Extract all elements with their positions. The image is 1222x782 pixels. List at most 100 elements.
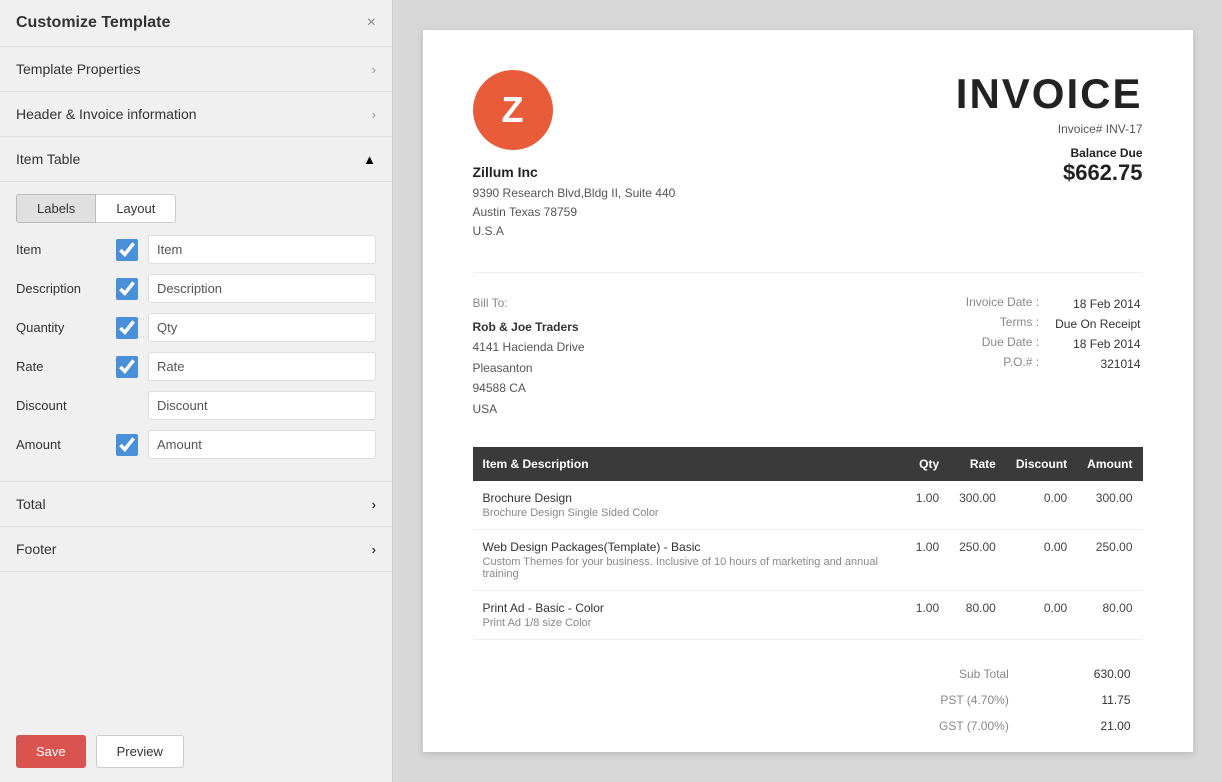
client-name: Rob & Joe Traders <box>473 317 585 337</box>
balance-due-label: Balance Due <box>956 146 1143 160</box>
item-table-header[interactable]: Item Table ▲ <box>0 137 392 182</box>
chevron-right-icon: › <box>372 497 376 512</box>
field-description-input[interactable] <box>148 274 376 303</box>
field-rate-label: Rate <box>16 359 116 374</box>
invoice-preview-panel: Z Zillum Inc 9390 Research Blvd,Bldg II,… <box>393 0 1222 782</box>
company-block: Z Zillum Inc 9390 Research Blvd,Bldg II,… <box>473 70 676 242</box>
item-description: Custom Themes for your business. Inclusi… <box>483 556 896 580</box>
chevron-right-icon: › <box>372 542 376 557</box>
po-value: 321014 <box>1055 355 1140 373</box>
layout-tab[interactable]: Layout <box>96 194 176 223</box>
item-rate: 80.00 <box>949 590 1006 639</box>
item-qty: 1.00 <box>906 481 949 530</box>
field-amount-checkbox[interactable] <box>116 434 138 456</box>
item-amount: 250.00 <box>1077 529 1142 590</box>
fields-container: Item Description Quantity Rate <box>0 223 392 481</box>
invoice-meta: Bill To: Rob & Joe Traders 4141 Hacienda… <box>473 272 1143 419</box>
template-properties-section[interactable]: Template Properties › <box>0 47 392 92</box>
field-quantity-row: Quantity <box>16 313 376 342</box>
field-amount-input[interactable] <box>148 430 376 459</box>
invoice-title-block: INVOICE Invoice# INV-17 Balance Due $662… <box>956 70 1143 186</box>
chevron-up-icon: ▲ <box>363 152 376 167</box>
item-rate: 300.00 <box>949 481 1006 530</box>
invoice-title: INVOICE <box>956 70 1143 118</box>
invoice-date-label: Invoice Date : <box>966 295 1053 313</box>
field-rate-checkbox[interactable] <box>116 356 138 378</box>
invoice-details: Invoice Date : 18 Feb 2014 Terms : Due O… <box>964 293 1143 419</box>
terms-label: Terms : <box>966 315 1053 333</box>
tabs-row: Labels Layout <box>0 182 392 223</box>
chevron-right-icon: › <box>372 107 376 122</box>
close-icon[interactable]: × <box>367 14 376 32</box>
th-qty: Qty <box>906 447 949 481</box>
item-discount: 0.00 <box>1006 590 1077 639</box>
field-item-checkbox[interactable] <box>116 239 138 261</box>
subtotal-label: Sub Total <box>885 662 1019 686</box>
field-item-input[interactable] <box>148 235 376 264</box>
terms-value: Due On Receipt <box>1055 315 1140 333</box>
invoice-top: Z Zillum Inc 9390 Research Blvd,Bldg II,… <box>473 70 1143 242</box>
field-discount-label: Discount <box>16 398 116 413</box>
field-description-label: Description <box>16 281 116 296</box>
header-invoice-section[interactable]: Header & Invoice information › <box>0 92 392 137</box>
company-logo: Z <box>473 70 553 150</box>
total-label: Total <box>16 496 46 512</box>
field-item-label: Item <box>16 242 116 257</box>
chevron-right-icon: › <box>372 62 376 77</box>
subtotal-value: 630.00 <box>1021 662 1141 686</box>
item-name: Brochure Design <box>483 491 896 505</box>
th-item: Item & Description <box>473 447 906 481</box>
field-amount-label: Amount <box>16 437 116 452</box>
bill-to-section: Bill To: Rob & Joe Traders 4141 Hacienda… <box>473 293 585 419</box>
field-rate-input[interactable] <box>148 352 376 381</box>
po-label: P.O.# : <box>966 355 1053 373</box>
pst-label: PST (4.70%) <box>885 688 1019 712</box>
field-quantity-checkbox[interactable] <box>116 317 138 339</box>
field-quantity-input[interactable] <box>148 313 376 342</box>
item-rate: 250.00 <box>949 529 1006 590</box>
item-table-label: Item Table <box>16 151 80 167</box>
th-rate: Rate <box>949 447 1006 481</box>
item-discount: 0.00 <box>1006 529 1077 590</box>
panel-header: Customize Template × <box>0 0 392 47</box>
field-rate-row: Rate <box>16 352 376 381</box>
total-section[interactable]: Total › <box>0 482 392 527</box>
th-discount: Discount <box>1006 447 1077 481</box>
item-amount: 300.00 <box>1077 481 1142 530</box>
bill-to-label: Bill To: <box>473 293 585 313</box>
gst-value: 21.00 <box>1021 714 1141 738</box>
due-date-label: Due Date : <box>966 335 1053 353</box>
invoice-number: Invoice# INV-17 <box>956 122 1143 136</box>
due-date-value: 18 Feb 2014 <box>1055 335 1140 353</box>
company-name: Zillum Inc <box>473 164 676 180</box>
balance-due-amount: $662.75 <box>956 160 1143 186</box>
labels-tab[interactable]: Labels <box>16 194 96 223</box>
save-button[interactable]: Save <box>16 735 86 768</box>
item-name: Print Ad - Basic - Color <box>483 601 896 615</box>
field-discount-input[interactable] <box>148 391 376 420</box>
invoice-paper: Z Zillum Inc 9390 Research Blvd,Bldg II,… <box>423 30 1193 752</box>
table-row: Brochure Design Brochure Design Single S… <box>473 481 1143 530</box>
item-discount: 0.00 <box>1006 481 1077 530</box>
field-amount-row: Amount <box>16 430 376 459</box>
preview-button[interactable]: Preview <box>96 735 184 768</box>
totals-section: Sub Total 630.00 PST (4.70%) 11.75 GST (… <box>473 660 1143 740</box>
item-name: Web Design Packages(Template) - Basic <box>483 540 896 554</box>
company-info: 9390 Research Blvd,Bldg II, Suite 440 Au… <box>473 184 676 242</box>
pst-value: 11.75 <box>1021 688 1141 712</box>
field-description-checkbox[interactable] <box>116 278 138 300</box>
item-description: Brochure Design Single Sided Color <box>483 507 896 519</box>
footer-section[interactable]: Footer › <box>0 527 392 572</box>
field-quantity-label: Quantity <box>16 320 116 335</box>
table-row: Print Ad - Basic - Color Print Ad 1/8 si… <box>473 590 1143 639</box>
template-properties-label: Template Properties <box>16 61 141 77</box>
item-qty: 1.00 <box>906 529 949 590</box>
item-qty: 1.00 <box>906 590 949 639</box>
invoice-details-table: Invoice Date : 18 Feb 2014 Terms : Due O… <box>964 293 1143 375</box>
field-discount-row: Discount <box>16 391 376 420</box>
items-table: Item & Description Qty Rate Discount Amo… <box>473 447 1143 640</box>
item-description: Print Ad 1/8 size Color <box>483 617 896 629</box>
buttons-row: Save Preview <box>0 721 392 782</box>
table-row: Web Design Packages(Template) - Basic Cu… <box>473 529 1143 590</box>
panel-title: Customize Template <box>16 14 170 32</box>
